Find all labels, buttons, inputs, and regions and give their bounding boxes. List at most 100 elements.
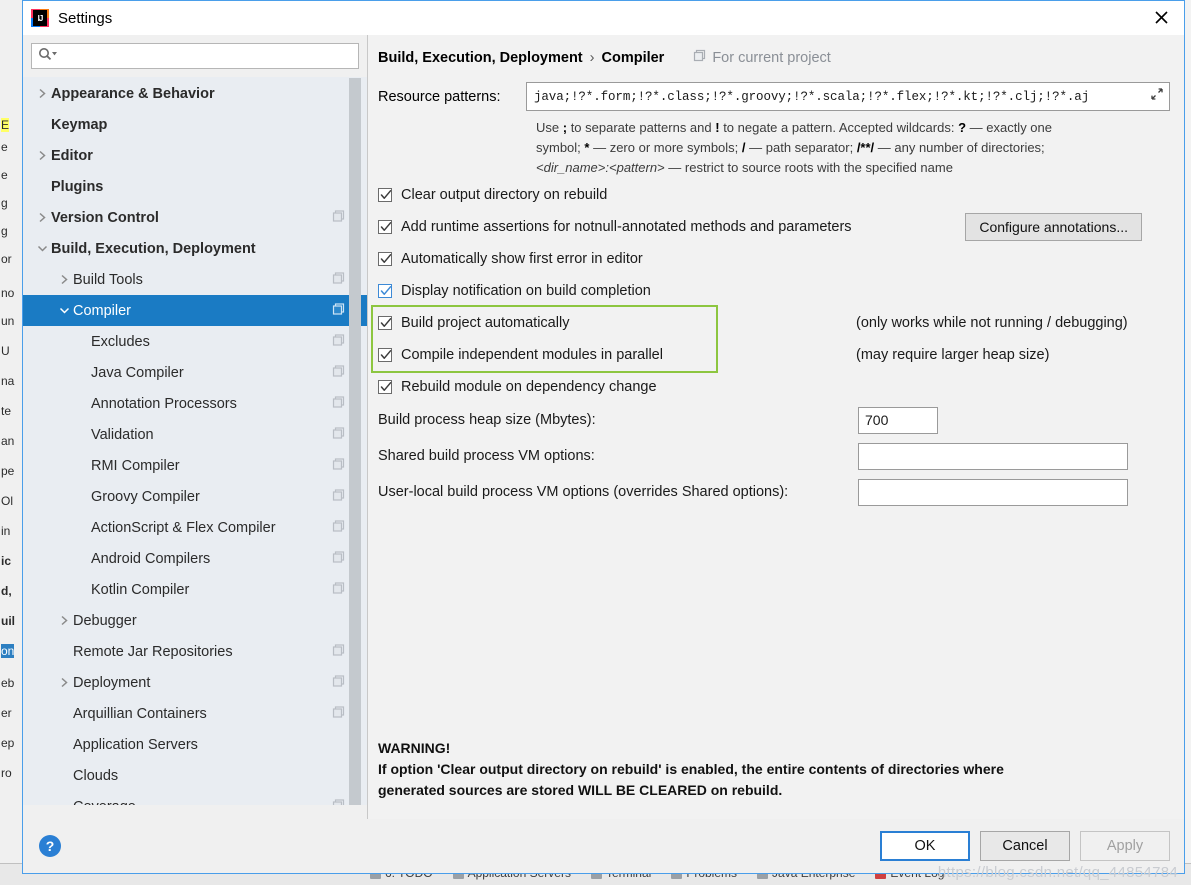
sidebar-item-label: Java Compiler <box>91 364 184 381</box>
checkbox-label: Rebuild module on dependency change <box>401 379 657 395</box>
help-glyph: ? <box>45 838 55 854</box>
breadcrumb-root[interactable]: Build, Execution, Deployment <box>378 50 583 66</box>
project-scope-icon <box>332 364 345 381</box>
checkbox-row-rebuild-module-on-dependency-change[interactable]: Rebuild module on dependency change <box>378 372 1170 402</box>
sidebar-item-validation[interactable]: Validation <box>23 419 367 450</box>
sidebar-item-compiler[interactable]: Compiler <box>23 295 367 326</box>
expand-icon[interactable] <box>1149 86 1165 107</box>
resource-patterns-field[interactable] <box>526 82 1170 111</box>
help-icon[interactable]: ? <box>39 835 61 857</box>
background-text-fragment: e <box>1 168 8 182</box>
sidebar-item-appearance-behavior[interactable]: Appearance & Behavior <box>23 78 367 109</box>
resource-patterns-row: Resource patterns: <box>378 82 1170 111</box>
sidebar-item-debugger[interactable]: Debugger <box>23 605 367 636</box>
field-row-user-local-build-process-vm-options-overrides-shared-options: User-local build process VM options (ove… <box>378 474 1170 510</box>
field-row-shared-build-process-vm-options: Shared build process VM options: <box>378 438 1170 474</box>
sidebar-item-clouds[interactable]: Clouds <box>23 760 367 791</box>
dialog-footer: ? OK Cancel Apply https://blog.csdn.net/… <box>23 819 1184 881</box>
input-shared-build-process-vm-options[interactable] <box>858 442 1128 470</box>
background-ide-right-strip <box>1185 0 1191 885</box>
sidebar-item-label: Arquillian Containers <box>73 705 207 722</box>
checkbox-rebuild-module-on-dependency-change[interactable] <box>378 380 392 394</box>
checkbox-row-clear-output-directory-on-rebuild[interactable]: Clear output directory on rebuild <box>378 180 1170 210</box>
sidebar-item-annotation-processors[interactable]: Annotation Processors <box>23 388 367 419</box>
close-icon[interactable] <box>1138 1 1184 34</box>
background-text-fragment: U <box>1 344 10 358</box>
sidebar-item-build-tools[interactable]: Build Tools <box>23 264 367 295</box>
settings-tree-scroll: Appearance & Behavior Keymap Editor Plugins… <box>23 77 367 819</box>
field-row-build-process-heap-size-mbytes: Build process heap size (Mbytes): <box>378 402 1170 438</box>
checkbox-row-automatically-show-first-error-in-editor[interactable]: Automatically show first error in editor <box>378 244 1170 274</box>
checkbox-row-build-project-automatically[interactable]: Build project automatically (only works w… <box>378 308 1170 338</box>
background-text-fragment: er <box>1 706 12 720</box>
checkbox-add-runtime-assertions-for-notnull-annotated-methods-and-parameters[interactable] <box>378 220 392 234</box>
sidebar-item-actionscript-flex-compiler[interactable]: ActionScript & Flex Compiler <box>23 512 367 543</box>
sidebar-item-application-servers[interactable]: Application Servers <box>23 729 367 760</box>
chevron-right-icon <box>55 677 73 688</box>
background-text-fragment: te <box>1 404 12 418</box>
sidebar-item-version-control[interactable]: Version Control <box>23 202 367 233</box>
checkbox-automatically-show-first-error-in-editor[interactable] <box>378 252 392 266</box>
input-build-process-heap-size-mbytes[interactable] <box>858 406 938 434</box>
checkbox-display-notification-on-build-completion[interactable] <box>378 284 392 298</box>
sidebar-item-java-compiler[interactable]: Java Compiler <box>23 357 367 388</box>
input-value-build-process-heap-size-mbytes[interactable] <box>865 412 931 428</box>
sidebar-item-keymap[interactable]: Keymap <box>23 109 367 140</box>
sidebar-item-label: Remote Jar Repositories <box>73 643 233 660</box>
background-text-fragment: g <box>1 224 8 238</box>
project-scope-icon <box>332 426 345 443</box>
dialog-body: Appearance & Behavior Keymap Editor Plugins… <box>23 35 1184 819</box>
sidebar-item-remote-jar-repositories[interactable]: Remote Jar Repositories <box>23 636 367 667</box>
sidebar-item-rmi-compiler[interactable]: RMI Compiler <box>23 450 367 481</box>
sidebar-item-label: Compiler <box>73 302 132 319</box>
sidebar-item-label: RMI Compiler <box>91 457 180 474</box>
compiler-settings-panel: Build, Execution, Deployment › Compiler … <box>367 35 1184 819</box>
field-label: Build process heap size (Mbytes): <box>378 412 596 428</box>
help-line-1: Use ; to separate patterns and ! to nega… <box>536 120 1053 135</box>
search-box[interactable] <box>31 43 359 69</box>
sidebar-item-build-execution-deployment[interactable]: Build, Execution, Deployment <box>23 233 367 264</box>
background-text-fragment: d, <box>1 584 12 598</box>
background-text-fragment: E <box>1 118 10 132</box>
checkbox-row-compile-independent-modules-in-parallel[interactable]: Compile independent modules in parallel (… <box>378 340 1170 370</box>
checkbox-compile-independent-modules-in-parallel[interactable] <box>378 348 392 362</box>
project-scope-icon <box>332 457 345 474</box>
ok-button[interactable]: OK <box>880 831 970 861</box>
sidebar-item-excludes[interactable]: Excludes <box>23 326 367 357</box>
resource-patterns-input[interactable] <box>534 89 1145 104</box>
search-container <box>23 43 367 77</box>
checkbox-build-project-automatically[interactable] <box>378 316 392 330</box>
checkbox-row-display-notification-on-build-completion[interactable]: Display notification on build completion <box>378 276 1170 306</box>
sidebar-item-label: Version Control <box>51 209 159 226</box>
configure-annotations-button[interactable]: Configure annotations... <box>965 213 1142 241</box>
sidebar-item-plugins[interactable]: Plugins <box>23 171 367 202</box>
cancel-button[interactable]: Cancel <box>980 831 1070 861</box>
sidebar-item-label: Build, Execution, Deployment <box>51 240 256 257</box>
input-user-local-build-process-vm-options-overrides-shared-options[interactable] <box>858 478 1128 506</box>
project-scope-icon <box>332 395 345 412</box>
background-text-fragment: e <box>1 140 8 154</box>
background-text-fragment: g <box>1 196 8 210</box>
sidebar-item-label: Keymap <box>51 116 108 133</box>
sidebar-scrollbar-thumb[interactable] <box>349 78 361 819</box>
sidebar-item-kotlin-compiler[interactable]: Kotlin Compiler <box>23 574 367 605</box>
checkbox-label: Build project automatically <box>401 315 570 331</box>
background-text-fragment: ic <box>1 554 12 568</box>
resource-patterns-label: Resource patterns: <box>378 88 501 105</box>
intellij-idea-logo-icon: IJ <box>31 9 49 27</box>
chevron-right-icon <box>55 274 73 285</box>
sidebar-item-arquillian-containers[interactable]: Arquillian Containers <box>23 698 367 729</box>
sidebar-item-editor[interactable]: Editor <box>23 140 367 171</box>
input-value-shared-build-process-vm-options[interactable] <box>865 448 1121 464</box>
checkbox-clear-output-directory-on-rebuild[interactable] <box>378 188 392 202</box>
chevron-right-icon <box>33 88 51 99</box>
sidebar-item-deployment[interactable]: Deployment <box>23 667 367 698</box>
checkbox-note: (only works while not running / debuggin… <box>856 315 1128 331</box>
sidebar-item-android-compilers[interactable]: Android Compilers <box>23 543 367 574</box>
sidebar-item-groovy-compiler[interactable]: Groovy Compiler <box>23 481 367 512</box>
input-value-user-local-build-process-vm-options-overrides-shared-options[interactable] <box>865 484 1121 500</box>
sidebar-item-label: Android Compilers <box>91 550 211 567</box>
help-line-2: symbol; * — zero or more symbols; / — pa… <box>536 140 1045 155</box>
search-input[interactable] <box>60 48 352 64</box>
project-scope-icon <box>693 49 706 66</box>
